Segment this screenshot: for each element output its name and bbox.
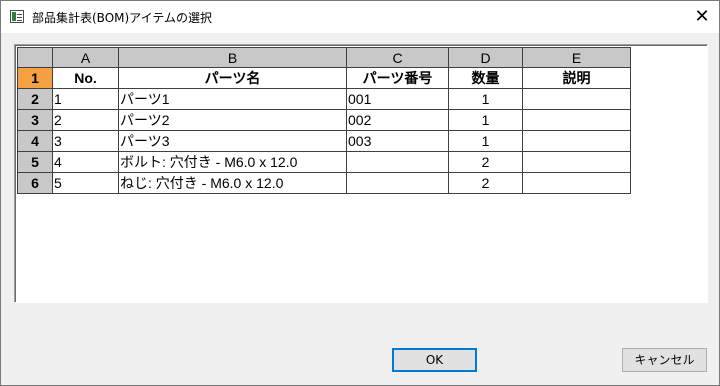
cell-part-number[interactable]: 002 [346,109,449,131]
table-row[interactable]: 3 2 パーツ2 002 1 [17,109,631,131]
column-header-e[interactable]: E [522,47,631,68]
header-cell-part-number[interactable]: パーツ番号 [346,67,449,89]
table-row[interactable]: 5 4 ボルト: 穴付き - M6.0 x 12.0 2 [17,151,631,173]
cell-part-name[interactable]: パーツ1 [118,88,347,110]
window-title: 部品集計表(BOM)アイテムの選択 [32,11,212,25]
cell-quantity[interactable]: 1 [448,130,523,152]
column-header-a[interactable]: A [52,47,119,68]
cell-description[interactable] [522,151,631,173]
cell-part-name[interactable]: ボルト: 穴付き - M6.0 x 12.0 [118,151,347,173]
spreadsheet-icon [10,10,24,23]
cell-no[interactable]: 2 [52,109,119,131]
row-header-3[interactable]: 3 [17,109,53,131]
cell-quantity[interactable]: 1 [448,109,523,131]
title-bar: 部品集計表(BOM)アイテムの選択 ✕ [1,1,719,33]
cancel-button[interactable]: キャンセル [622,348,707,372]
column-header-b[interactable]: B [118,47,347,68]
cell-part-number[interactable]: 003 [346,130,449,152]
row-header-1[interactable]: 1 [17,67,53,89]
cell-no[interactable]: 3 [52,130,119,152]
cell-description[interactable] [522,109,631,131]
cell-no[interactable]: 4 [52,151,119,173]
row-header-6[interactable]: 6 [17,172,53,194]
header-cell-no[interactable]: No. [52,67,119,89]
cell-no[interactable]: 5 [52,172,119,194]
row-header-4[interactable]: 4 [17,130,53,152]
table-row[interactable]: 6 5 ねじ: 穴付き - M6.0 x 12.0 2 [17,172,631,194]
header-cell-part-name[interactable]: パーツ名 [118,67,347,89]
column-header-row: A B C D E [17,47,631,68]
cell-part-number[interactable] [346,172,449,194]
close-button[interactable]: ✕ [685,1,719,33]
row-header-2[interactable]: 2 [17,88,53,110]
cell-part-name[interactable]: パーツ2 [118,109,347,131]
bom-grid-area[interactable]: A B C D E 1 No. パーツ名 パーツ番号 数量 説明 2 1 パーツ… [14,44,708,303]
table-row[interactable]: 2 1 パーツ1 001 1 [17,88,631,110]
cell-part-number[interactable]: 001 [346,88,449,110]
cell-description[interactable] [522,130,631,152]
bom-table: A B C D E 1 No. パーツ名 パーツ番号 数量 説明 2 1 パーツ… [17,47,631,194]
cell-part-number[interactable] [346,151,449,173]
header-cell-quantity[interactable]: 数量 [448,67,523,89]
ok-button[interactable]: OK [392,348,477,372]
grid-corner[interactable] [17,47,53,68]
bom-dialog: 部品集計表(BOM)アイテムの選択 ✕ A B C D E 1 No. パーツ名… [0,0,720,386]
cell-no[interactable]: 1 [52,88,119,110]
cell-description[interactable] [522,172,631,194]
row-header-5[interactable]: 5 [17,151,53,173]
cell-quantity[interactable]: 2 [448,172,523,194]
header-cell-description[interactable]: 説明 [522,67,631,89]
cell-part-name[interactable]: ねじ: 穴付き - M6.0 x 12.0 [118,172,347,194]
cell-description[interactable] [522,88,631,110]
table-header-row[interactable]: 1 No. パーツ名 パーツ番号 数量 説明 [17,67,631,89]
column-header-d[interactable]: D [448,47,523,68]
cell-quantity[interactable]: 2 [448,151,523,173]
cell-part-name[interactable]: パーツ3 [118,130,347,152]
table-row[interactable]: 4 3 パーツ3 003 1 [17,130,631,152]
cell-quantity[interactable]: 1 [448,88,523,110]
column-header-c[interactable]: C [346,47,449,68]
